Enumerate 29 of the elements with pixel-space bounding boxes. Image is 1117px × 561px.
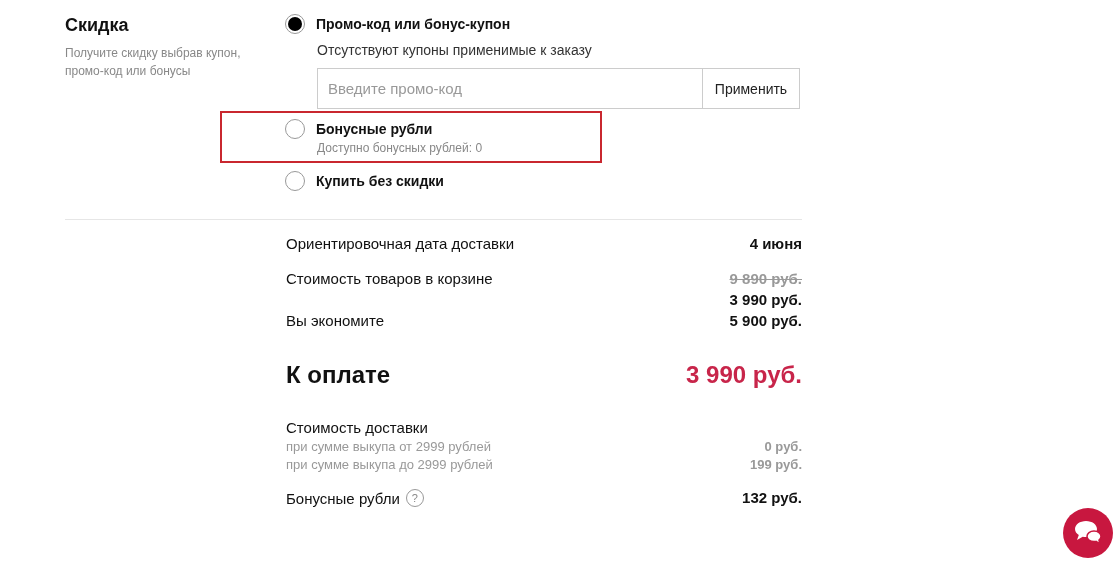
tier-label: при сумме выкупа до 2999 рублей: [286, 457, 493, 472]
summary-value: 4 июня: [749, 235, 802, 252]
option-note: Отсутствуют купоны применимые к заказу: [317, 42, 593, 58]
chat-button[interactable]: [1063, 508, 1113, 558]
option-label[interactable]: Бонусные рубли: [316, 121, 433, 137]
section-title: Скидка: [65, 15, 130, 36]
option-label[interactable]: Купить без скидки: [316, 173, 444, 189]
tier-price: 199 руб.: [750, 457, 802, 472]
summary-label: Стоимость доставки: [286, 419, 429, 436]
apply-button[interactable]: Применить: [703, 68, 800, 109]
radio-button[interactable]: [285, 14, 305, 34]
tier-label: при сумме выкупа от 2999 рублей: [286, 439, 491, 454]
summary-label: Ориентировочная дата доставки: [286, 235, 515, 252]
old-price: 9 890 руб.: [729, 270, 802, 287]
summary-label: Вы экономите: [286, 312, 385, 329]
radio-button[interactable]: [285, 119, 305, 139]
summary-label: Бонусные рубли: [286, 489, 400, 507]
promo-code-field[interactable]: Введите промо-код: [317, 68, 703, 109]
option-label[interactable]: Промо-код или бонус-купон: [316, 16, 511, 32]
summary-value: 132 руб.: [742, 489, 802, 506]
summary-value: 3 990 руб.: [729, 291, 802, 308]
summary-value: 5 900 руб.: [729, 312, 802, 329]
total-price: 3 990 руб.: [686, 361, 802, 389]
section-description: Получите скидку выбрав купон, промо-код или бонусы: [65, 45, 242, 80]
option-note: Доступно бонусных рублей: 0: [317, 141, 484, 155]
tier-price: 0 руб.: [764, 439, 802, 454]
radio-button[interactable]: [285, 171, 305, 191]
summary-label: Стоимость товаров в корзине: [286, 270, 493, 287]
total-label: К оплате: [286, 361, 391, 389]
